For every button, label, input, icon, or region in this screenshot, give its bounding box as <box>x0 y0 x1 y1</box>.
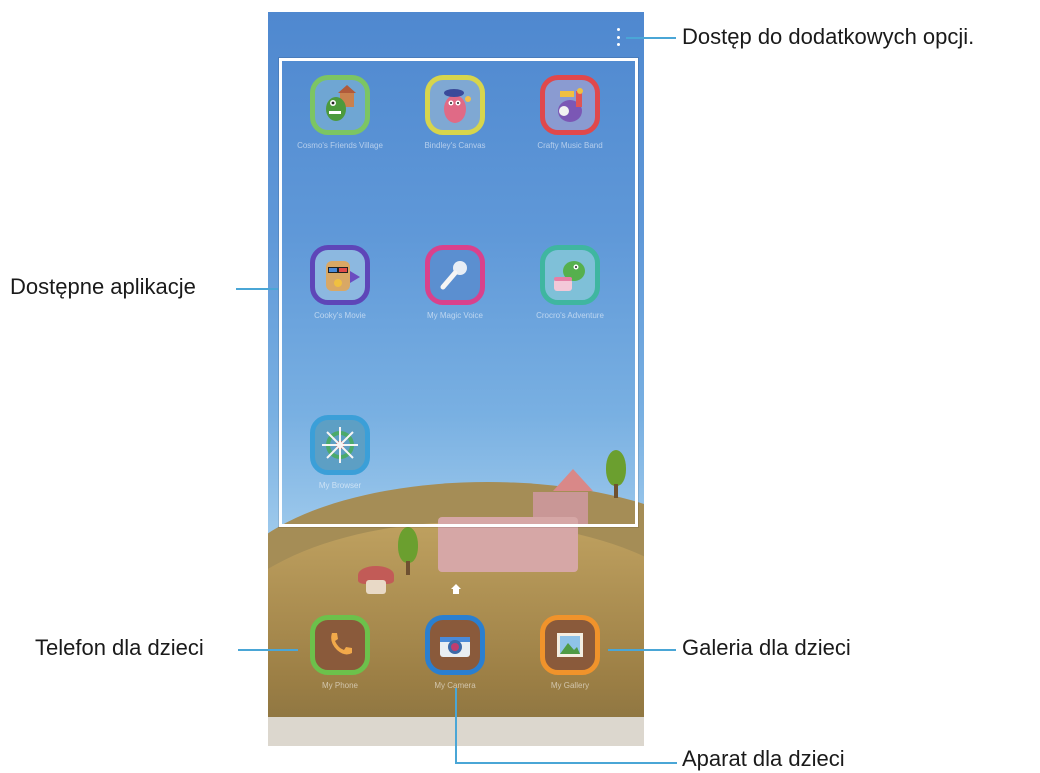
phone-art <box>331 633 352 655</box>
movie-icon <box>310 245 370 305</box>
canvas-icon <box>425 75 485 135</box>
dino-cake-icon <box>540 245 600 305</box>
microphone-art <box>440 261 467 290</box>
dock-app-my-camera[interactable]: My Camera <box>400 615 510 691</box>
dot <box>616 43 620 46</box>
callout-line-kids-phone <box>238 649 298 651</box>
app-crafty-music-band[interactable]: Crafty Music Band <box>515 75 625 151</box>
movie-art <box>326 261 360 291</box>
app-label: Crafty Music Band <box>537 141 603 150</box>
dino-art <box>554 261 585 291</box>
camera-icon <box>425 615 485 675</box>
app-my-browser[interactable]: My Browser <box>285 415 395 491</box>
app-label: My Phone <box>321 681 359 690</box>
gallery-art <box>557 633 583 657</box>
app-crocros-adventure[interactable]: Crocro's Adventure <box>515 245 625 321</box>
more-vert-icon[interactable] <box>614 28 622 46</box>
callout-line-kids-camera-horizontal <box>455 762 677 764</box>
app-label: Crocro's Adventure <box>536 311 604 320</box>
callout-kids-gallery: Galeria dla dzieci <box>682 635 851 660</box>
microphone-icon <box>425 245 485 305</box>
music-band-icon <box>540 75 600 135</box>
village-icon <box>310 75 370 135</box>
dot <box>616 28 620 31</box>
home-icon[interactable] <box>451 584 461 594</box>
dock-app-my-phone[interactable]: My Phone <box>285 615 395 691</box>
music-band-art <box>558 88 583 122</box>
app-bindleys-canvas[interactable]: Bindley's Canvas <box>400 75 510 151</box>
app-label: My Gallery <box>550 681 590 690</box>
tree-trunk <box>406 561 410 575</box>
camera-art <box>440 637 470 657</box>
canvas-art <box>444 89 471 123</box>
app-label: My Magic Voice <box>426 311 484 320</box>
app-cookys-movie[interactable]: Cooky's Movie <box>285 245 395 321</box>
dock-app-my-gallery[interactable]: My Gallery <box>515 615 625 691</box>
dot <box>616 35 620 39</box>
tree <box>398 527 418 563</box>
app-label: Bindley's Canvas <box>424 141 486 150</box>
app-label: My Browser <box>318 481 362 490</box>
browser-wheel-art <box>322 427 358 463</box>
app-label: Cooky's Movie <box>314 311 366 320</box>
app-cosmos-friends-village[interactable]: Cosmo's Friends Village <box>285 75 395 151</box>
village-art <box>326 85 356 121</box>
callout-available-apps: Dostępne aplikacje <box>10 274 196 299</box>
callout-line-more-options <box>626 37 676 39</box>
callout-kids-camera: Aparat dla dzieci <box>682 746 845 771</box>
callout-kids-phone: Telefon dla dzieci <box>35 635 204 660</box>
phone-icon <box>310 615 370 675</box>
mushroom-stem <box>366 580 386 594</box>
gallery-icon <box>540 615 600 675</box>
callout-line-kids-camera-vertical <box>455 688 457 763</box>
app-label: Cosmo's Friends Village <box>297 141 383 150</box>
app-my-magic-voice[interactable]: My Magic Voice <box>400 245 510 321</box>
browser-wheel-icon <box>310 415 370 475</box>
callout-line-available-apps <box>236 288 278 290</box>
callout-line-kids-gallery <box>608 649 676 651</box>
callout-more-options: Dostęp do dodatkowych opcji. <box>682 24 975 49</box>
